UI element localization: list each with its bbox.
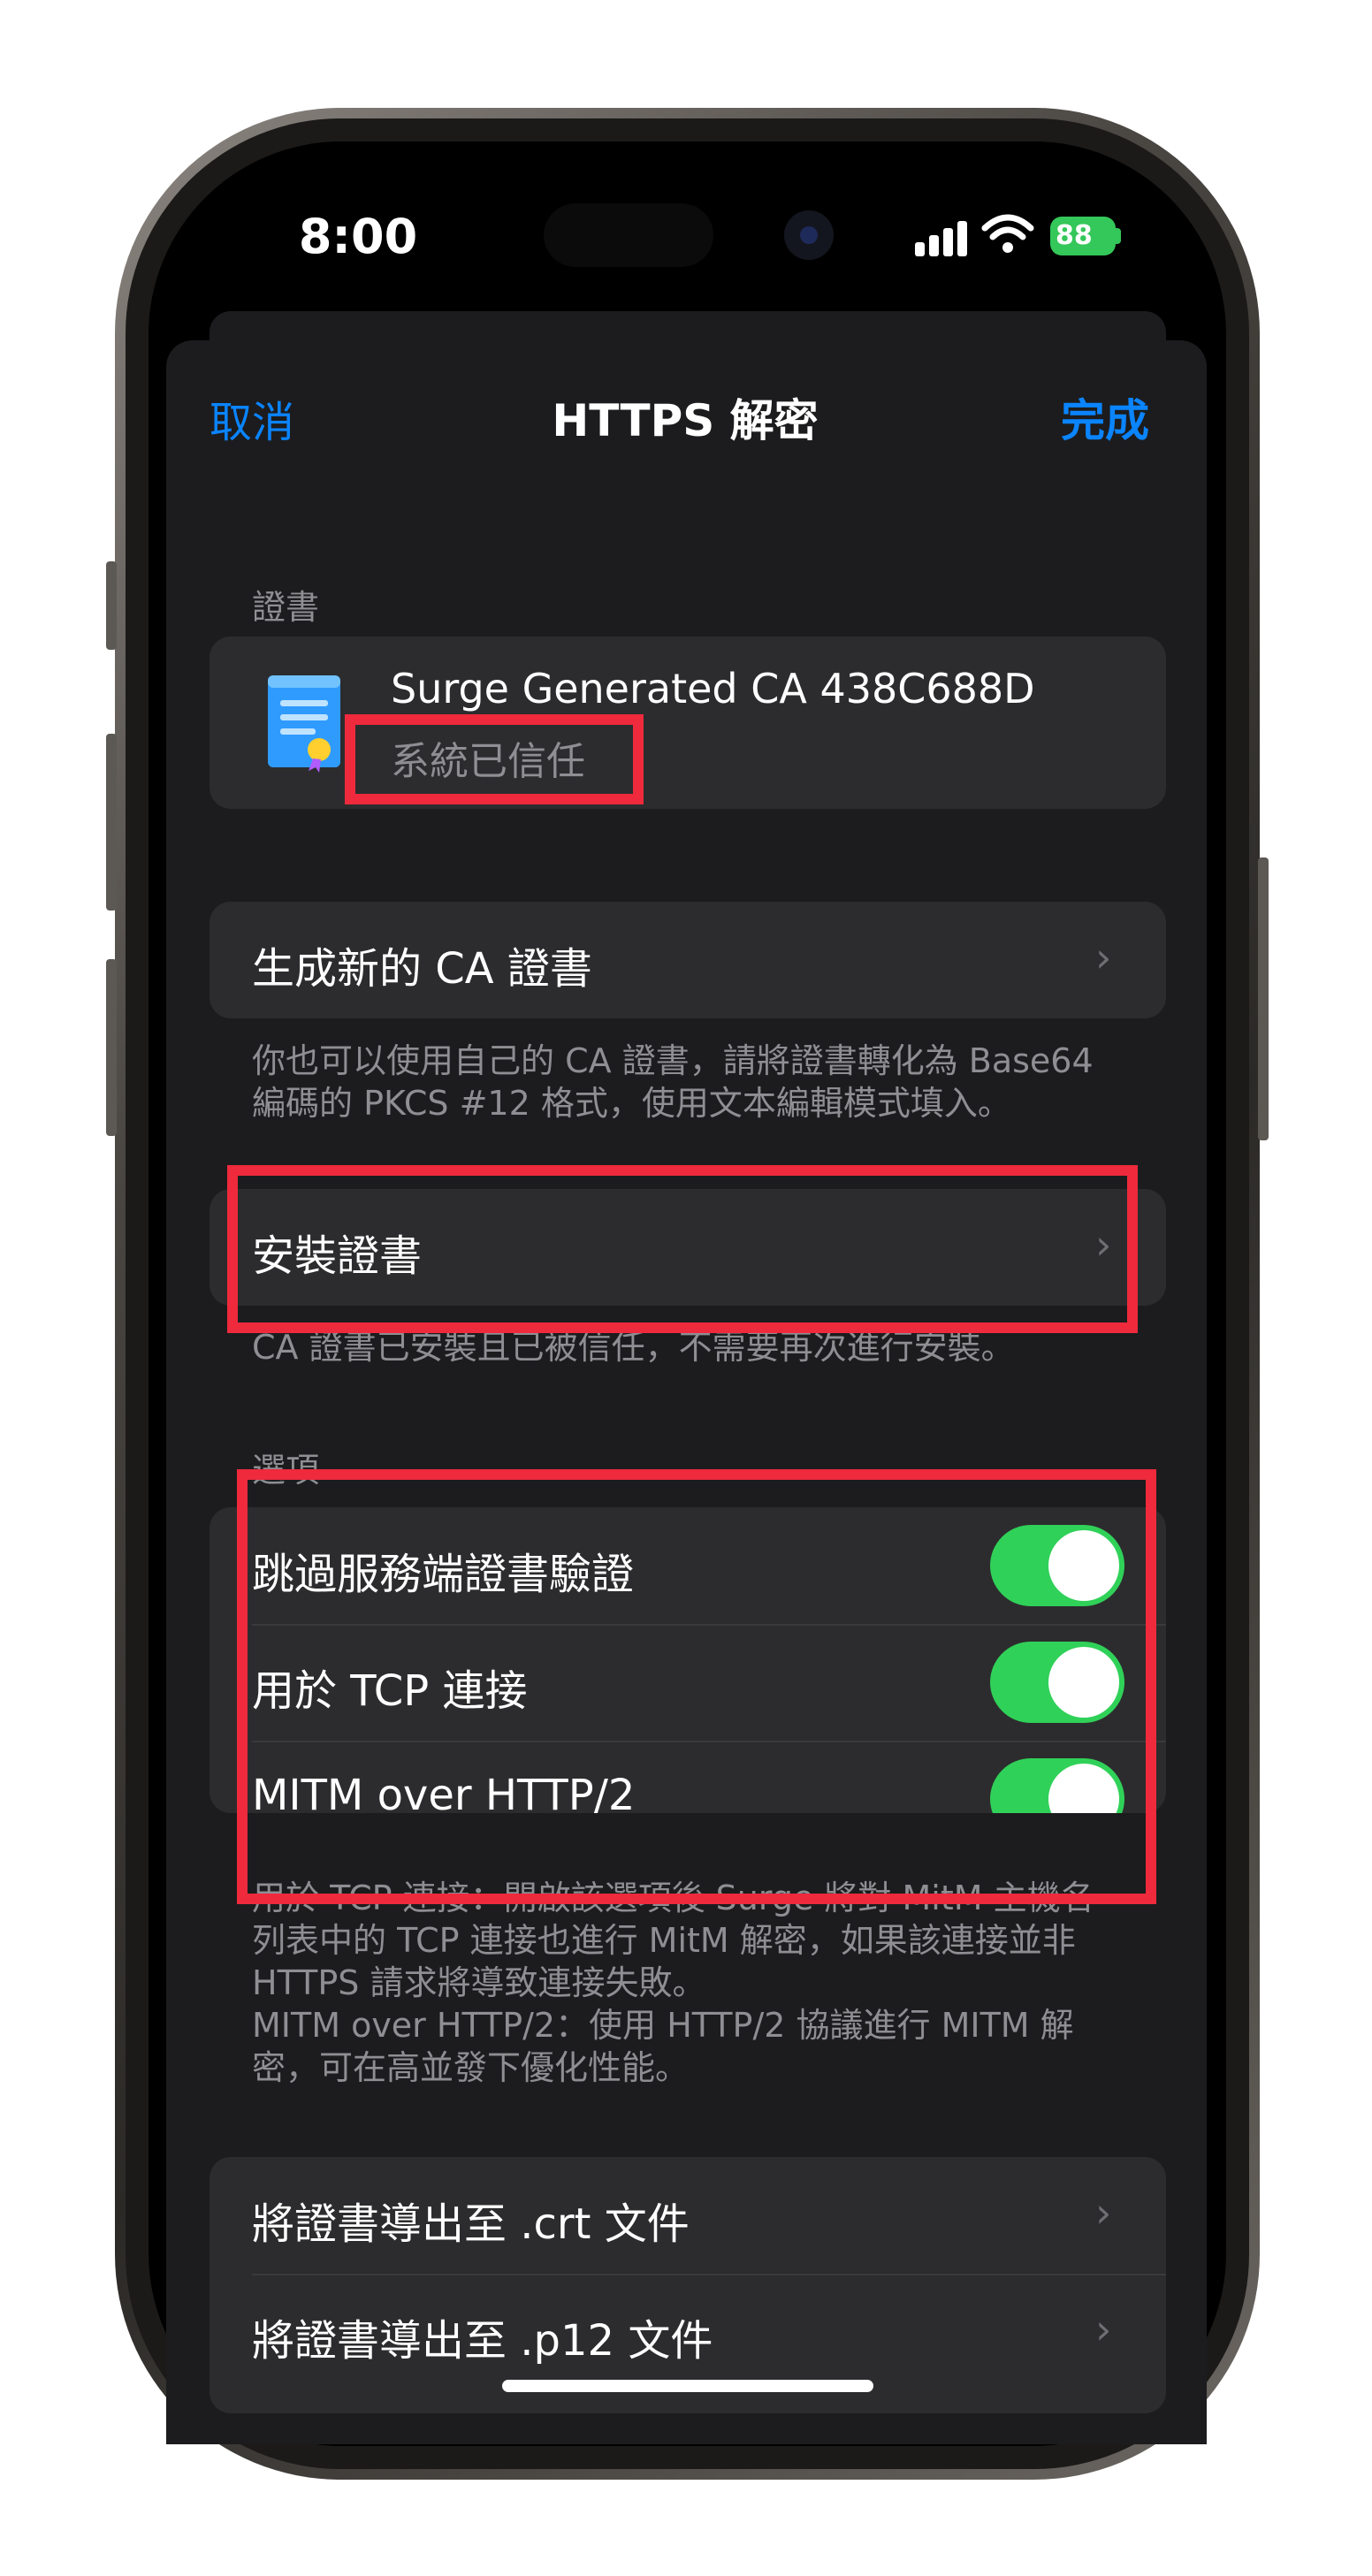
battery-indicator: 88 bbox=[1050, 217, 1116, 255]
generate-ca-row[interactable]: 生成新的 CA 證書 › bbox=[210, 902, 1166, 1018]
export-crt-row[interactable]: 將證書導出至 .crt 文件 › bbox=[210, 2157, 1166, 2274]
page-title: HTTPS 解密 bbox=[552, 395, 819, 446]
wifi-icon bbox=[981, 214, 1034, 253]
export-group: 將證書導出至 .crt 文件 › 將證書導出至 .p12 文件 › bbox=[210, 2157, 1166, 2413]
options-footnote-line4: MITM over HTTP/2：使用 HTTP/2 協議進行 MITM 解 bbox=[252, 2006, 1074, 2045]
power-button bbox=[1258, 857, 1269, 1140]
action-button bbox=[106, 561, 117, 650]
battery-tip bbox=[1116, 228, 1121, 244]
cancel-button[interactable]: 取消 bbox=[210, 387, 294, 449]
highlight-install-row bbox=[227, 1165, 1138, 1333]
home-indicator[interactable] bbox=[502, 2380, 873, 2392]
options-footnote-line5: 密，可在高並發下優化性能。 bbox=[252, 2048, 690, 2087]
certificate-icon bbox=[268, 675, 340, 773]
generate-ca-label: 生成新的 CA 證書 bbox=[252, 944, 592, 994]
chevron-right-icon: › bbox=[1095, 2189, 1112, 2237]
highlight-trusted-status bbox=[345, 714, 644, 804]
volume-up-button bbox=[106, 734, 117, 911]
certificate-name: Surge Generated CA 438C688D bbox=[391, 665, 1035, 713]
battery-level: 88 bbox=[1056, 220, 1093, 251]
done-button[interactable]: 完成 bbox=[1061, 385, 1149, 449]
dynamic-island bbox=[544, 203, 713, 267]
generate-footnote-line1: 你也可以使用自己的 CA 證書，請將證書轉化為 Base64 bbox=[252, 1041, 1094, 1080]
chevron-right-icon: › bbox=[1095, 934, 1112, 981]
generate-footnote-line2: 編碼的 PKCS #12 格式，使用文本編輯模式填入。 bbox=[252, 1084, 1011, 1123]
cellular-signal-icon bbox=[915, 217, 968, 256]
export-crt-label: 將證書導出至 .crt 文件 bbox=[252, 2199, 690, 2249]
export-p12-label: 將證書導出至 .p12 文件 bbox=[252, 2316, 713, 2366]
options-footnote-line2: 列表中的 TCP 連接也進行 MitM 解密，如果該連接並非 bbox=[252, 1921, 1076, 1960]
chevron-right-icon: › bbox=[1095, 2305, 1112, 2353]
options-footnote-line3: HTTPS 請求將導致連接失敗。 bbox=[252, 1963, 706, 2002]
volume-down-button bbox=[106, 959, 117, 1136]
export-p12-row[interactable]: 將證書導出至 .p12 文件 › bbox=[210, 2275, 1166, 2392]
highlight-options-group bbox=[237, 1469, 1156, 1904]
certificate-section-header: 證書 bbox=[252, 588, 320, 627]
camera-icon bbox=[784, 210, 834, 260]
status-time: 8:00 bbox=[298, 209, 418, 264]
